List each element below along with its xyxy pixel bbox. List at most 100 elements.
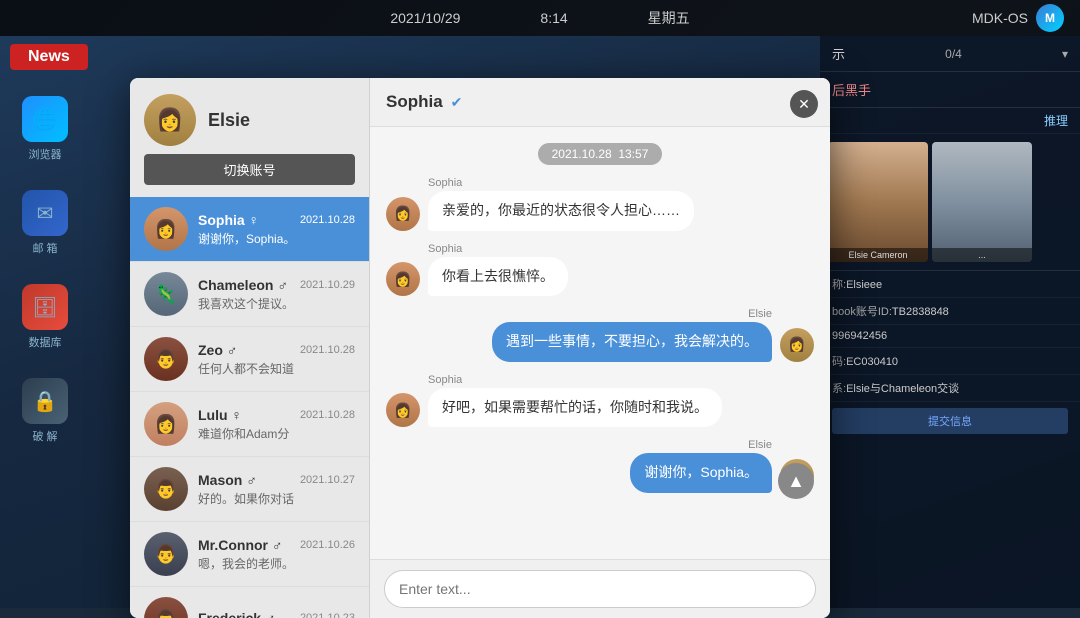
modal-close-button[interactable]: ✕: [790, 90, 818, 118]
case-action-text: 推理: [1044, 114, 1068, 128]
contact-zeo[interactable]: 👨 Zeo ♂ 2021.10.28 任何人都不会知道: [130, 327, 369, 392]
info-value-book: TB2838848: [892, 306, 949, 318]
case-title: 后黑手: [820, 72, 1080, 108]
mason-preview: 好的。如果你对话: [198, 490, 355, 507]
chat-modal: ✕ 👩 Elsie 切换账号 👩 Sophia ♀ 2021.10.28 谢谢你…: [130, 78, 830, 618]
right-panel-header: 示 0/4 ▾: [820, 36, 1080, 72]
time-display: 8:14: [540, 10, 567, 26]
current-user-avatar: 👩: [144, 94, 196, 146]
lulu-avatar: 👩: [144, 402, 188, 446]
mrconnor-name: Mr.Connor ♂: [198, 537, 282, 553]
db-label: 数据库: [29, 334, 62, 350]
lulu-date: 2021.10.28: [300, 409, 355, 421]
msg-bubble-5: 谢谢你，Sophia。: [630, 453, 772, 493]
info-field-name: 称:Elsieee: [820, 271, 1080, 298]
msg-bubble-4: 好吧，如果需要帮忙的话，你随时和我说。: [428, 388, 722, 428]
info-field-code: 码:EC030410: [820, 348, 1080, 375]
info-field-book: book账号ID:TB2838848: [820, 298, 1080, 325]
chat-panel: Sophia ✔ 2021.10.28 13:57 👩 Sophia 亲爱的，你…: [370, 78, 830, 618]
date-divider: 2021.10.28 13:57: [538, 143, 663, 165]
msg-content-4: Sophia 好吧，如果需要帮忙的话，你随时和我说。: [428, 374, 722, 428]
contact-chameleon[interactable]: 🦎 Chameleon ♂ 2021.10.29 我喜欢这个提议。: [130, 262, 369, 327]
switch-account-button[interactable]: 切换账号: [144, 154, 355, 185]
lulu-name: Lulu ♀: [198, 407, 242, 423]
msg-content-1: Sophia 亲爱的，你最近的状态很令人担心……: [428, 177, 694, 231]
mason-name: Mason ♂: [198, 472, 257, 488]
mail-icon: ✉: [22, 190, 68, 236]
info-value-name: Elsieee: [846, 279, 882, 291]
msg-sender-4: Sophia: [428, 374, 722, 386]
weekday-display: 星期五: [648, 8, 690, 28]
contact-mason[interactable]: 👨 Mason ♂ 2021.10.27 好的。如果你对话: [130, 457, 369, 522]
progress-count: 0/4: [945, 47, 962, 61]
info-value-relation: Elsie与Chameleon交谈: [846, 383, 959, 395]
chat-header: Sophia ✔: [370, 78, 830, 127]
chameleon-preview: 我喜欢这个提议。: [198, 295, 355, 312]
desktop: News 🌐 浏览器 ✉ 邮 箱 🗄 数据库 🔒 破 解 示 0/4 ▾ 后黑手: [0, 36, 1080, 608]
zeo-info: Zeo ♂ 2021.10.28 任何人都不会知道: [198, 342, 355, 377]
verified-icon: ✔: [451, 94, 463, 111]
chameleon-info: Chameleon ♂ 2021.10.29 我喜欢这个提议。: [198, 277, 355, 312]
dropdown-icon[interactable]: ▾: [1062, 47, 1068, 61]
mrconnor-info: Mr.Connor ♂ 2021.10.26 嗯，我会的老师。: [198, 537, 355, 572]
contact-mrconnor[interactable]: 👨 Mr.Connor ♂ 2021.10.26 嗯，我会的老师。: [130, 522, 369, 587]
mail-icon-item[interactable]: ✉ 邮 箱: [0, 190, 90, 256]
chameleon-avatar: 🦎: [144, 272, 188, 316]
zeo-avatar: 👨: [144, 337, 188, 381]
mrconnor-date: 2021.10.26: [300, 539, 355, 551]
mason-date: 2021.10.27: [300, 474, 355, 486]
msg-avatar-elsie-1: 👩: [780, 328, 814, 362]
current-user-name: Elsie: [208, 110, 250, 131]
case-title-text: 后黑手: [832, 83, 871, 98]
msg-content-2: Sophia 你看上去很憔悴。: [428, 243, 568, 297]
frederick-info: Frederick ♂ 2021.10.23: [198, 610, 355, 618]
chat-messages: 2021.10.28 13:57 👩 Sophia 亲爱的，你最近的状态很令人担…: [370, 127, 830, 559]
hint-label: 示: [832, 44, 845, 63]
info-value-code: EC030410: [846, 356, 898, 368]
portrait-elsie-label: Elsie Cameron: [828, 248, 928, 262]
mason-info: Mason ♂ 2021.10.27 好的。如果你对话: [198, 472, 355, 507]
browser-icon-item[interactable]: 🌐 浏览器: [0, 96, 90, 162]
contact-lulu[interactable]: 👩 Lulu ♀ 2021.10.28 难道你和Adam分: [130, 392, 369, 457]
top-bar-center: 2021/10/29 8:14 星期五: [390, 8, 689, 28]
mason-avatar: 👨: [144, 467, 188, 511]
right-panel: 示 0/4 ▾ 后黑手 推理 Elsie Cameron ... 称:Elsie…: [820, 36, 1080, 608]
chat-text-input[interactable]: [384, 570, 816, 608]
browser-label: 浏览器: [29, 146, 62, 162]
msg-row-4: 👩 Sophia 好吧，如果需要帮忙的话，你随时和我说。: [386, 374, 814, 428]
os-icon[interactable]: M: [1036, 4, 1064, 32]
info-field-phone: 996942456: [820, 325, 1080, 348]
sophia-name: Sophia ♀: [198, 212, 259, 228]
lock-icon: 🔒: [22, 378, 68, 424]
mrconnor-preview: 嗯，我会的老师。: [198, 555, 355, 572]
contact-sophia[interactable]: 👩 Sophia ♀ 2021.10.28 谢谢你，Sophia。: [130, 197, 369, 262]
contact-frederick[interactable]: 👨 Frederick ♂ 2021.10.23: [130, 587, 369, 618]
zeo-name: Zeo ♂: [198, 342, 237, 358]
msg-row-2: 👩 Sophia 你看上去很憔悴。: [386, 243, 814, 297]
desktop-icons: 🌐 浏览器 ✉ 邮 箱 🗄 数据库 🔒 破 解: [0, 36, 90, 472]
portrait-other-label: ...: [932, 248, 1032, 262]
zeo-date: 2021.10.28: [300, 344, 355, 356]
chat-input-area: [370, 559, 830, 618]
os-label: MDK-OS: [972, 10, 1028, 26]
lock-icon-item[interactable]: 🔒 破 解: [0, 378, 90, 444]
top-bar: 2021/10/29 8:14 星期五 MDK-OS M: [0, 0, 1080, 36]
chameleon-date: 2021.10.29: [300, 279, 355, 291]
submit-button[interactable]: 提交信息: [832, 408, 1068, 434]
msg-avatar-sophia-3: 👩: [386, 393, 420, 427]
scroll-to-bottom-button[interactable]: ▲: [778, 463, 814, 499]
contacts-header: 👩 Elsie: [130, 78, 369, 154]
msg-bubble-1: 亲爱的，你最近的状态很令人担心……: [428, 191, 694, 231]
lulu-preview: 难道你和Adam分: [198, 425, 355, 442]
frederick-date: 2021.10.23: [300, 612, 355, 618]
msg-content-3: Elsie 遇到一些事情，不要担心，我会解决的。: [492, 308, 772, 362]
msg-bubble-3: 遇到一些事情，不要担心，我会解决的。: [492, 322, 772, 362]
chameleon-name: Chameleon ♂: [198, 277, 288, 293]
msg-row-5: 👩 Elsie 谢谢你，Sophia。: [386, 439, 814, 493]
db-icon-item[interactable]: 🗄 数据库: [0, 284, 90, 350]
zeo-preview: 任何人都不会知道: [198, 360, 355, 377]
date-display: 2021/10/29: [390, 10, 460, 26]
sophia-avatar: 👩: [144, 207, 188, 251]
case-action[interactable]: 推理: [820, 108, 1080, 134]
db-icon: 🗄: [22, 284, 68, 330]
